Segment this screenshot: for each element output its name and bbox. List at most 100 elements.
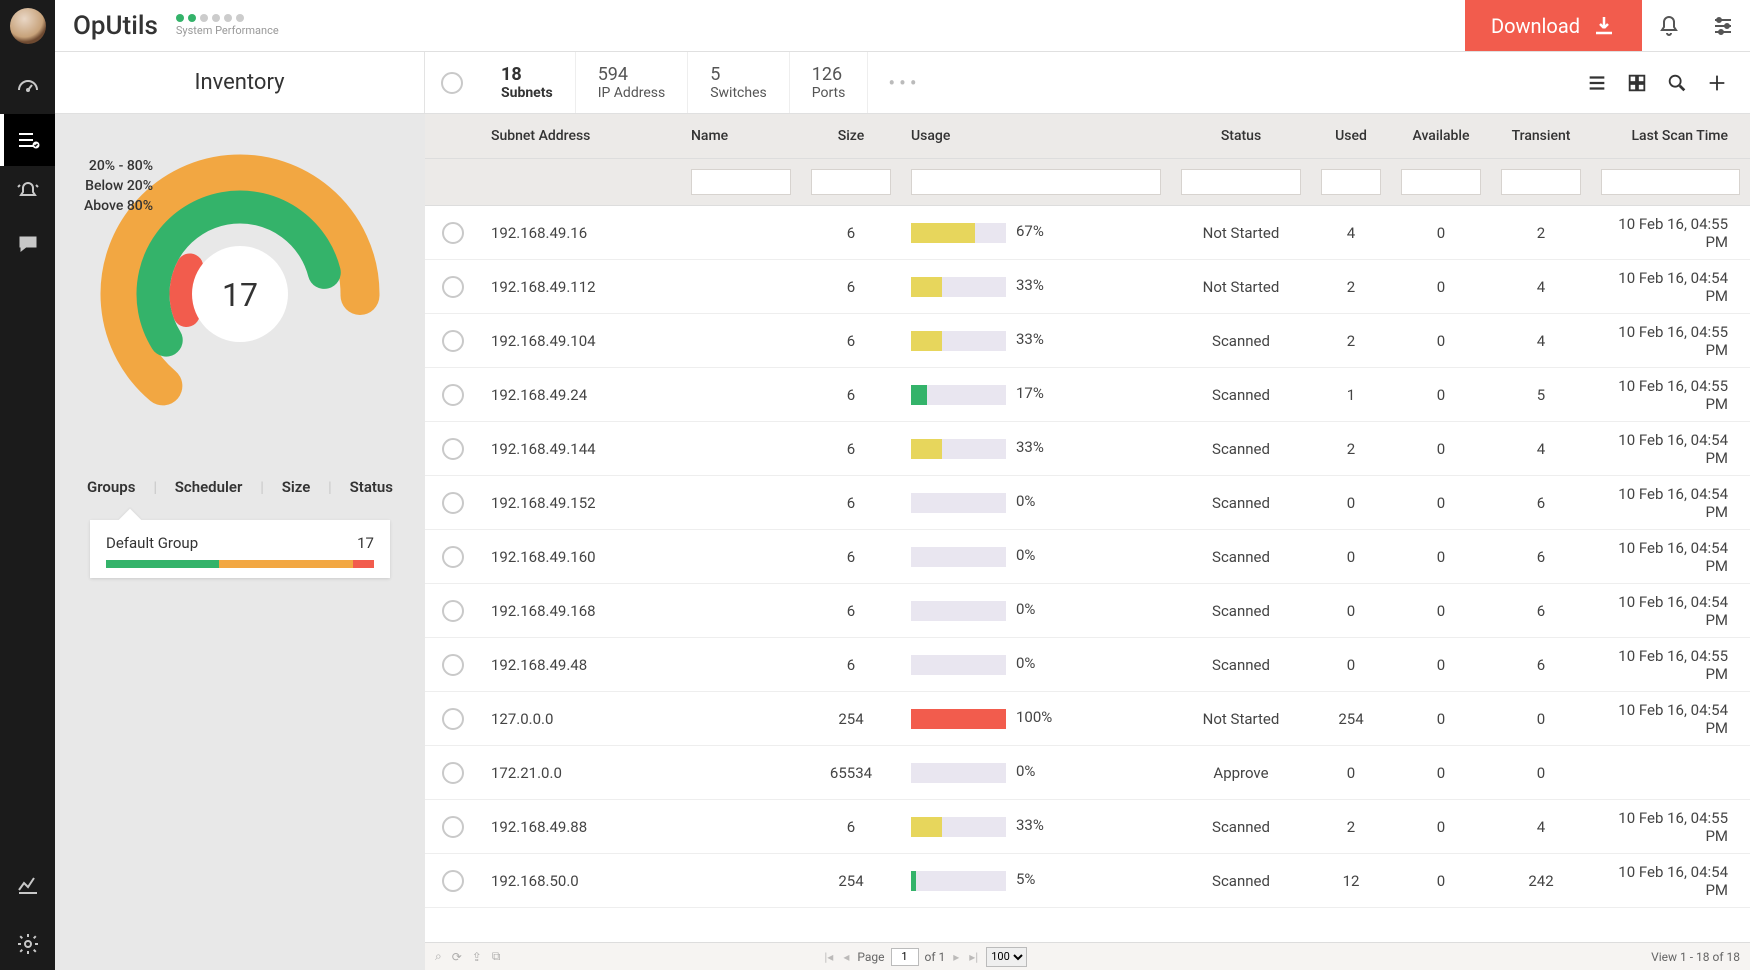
more-icon[interactable]: ••• bbox=[868, 52, 940, 113]
page-title: Inventory bbox=[55, 52, 425, 113]
metric-switches[interactable]: 5Switches bbox=[688, 52, 790, 113]
inventory-icon[interactable] bbox=[0, 114, 55, 166]
search-icon[interactable] bbox=[1664, 70, 1690, 96]
table-row[interactable]: 192.168.49.4860%Scanned00610 Feb 16, 04:… bbox=[425, 638, 1750, 692]
export-icon[interactable]: ⇪ bbox=[472, 950, 482, 964]
col-status[interactable]: Status bbox=[1171, 114, 1311, 158]
summary-bar: Inventory 18Subnets594IP Address5Switche… bbox=[55, 52, 1750, 114]
table-row[interactable]: 192.168.49.24617%Scanned10510 Feb 16, 04… bbox=[425, 368, 1750, 422]
tab-scheduler[interactable]: Scheduler bbox=[171, 476, 247, 498]
legend-low: Below 20% bbox=[84, 178, 153, 194]
row-select[interactable] bbox=[442, 384, 464, 406]
group-name: Default Group bbox=[106, 534, 198, 552]
settings-icon[interactable] bbox=[0, 918, 55, 970]
row-select[interactable] bbox=[442, 546, 464, 568]
col-usage[interactable]: Usage bbox=[901, 114, 1171, 158]
group-card[interactable]: Default Group 17 bbox=[90, 520, 390, 578]
col-transient[interactable]: Transient bbox=[1491, 114, 1591, 158]
copy-icon[interactable]: ⧉ bbox=[492, 949, 501, 964]
first-page[interactable]: |◂ bbox=[822, 950, 835, 964]
left-panel: 20% - 80% Below 20% Above 80% 17 Groups bbox=[55, 114, 425, 970]
add-icon[interactable] bbox=[1704, 70, 1730, 96]
col-address[interactable]: Subnet Address bbox=[481, 114, 681, 158]
row-select[interactable] bbox=[442, 330, 464, 352]
filter-status[interactable] bbox=[1181, 169, 1301, 195]
prev-page[interactable]: ◂ bbox=[841, 950, 851, 964]
metric-ports[interactable]: 126Ports bbox=[790, 52, 869, 113]
list-view-icon[interactable] bbox=[1584, 70, 1610, 96]
bell-icon[interactable] bbox=[1642, 0, 1696, 51]
row-select[interactable] bbox=[442, 816, 464, 838]
table-footer: ⌕ ⟳ ⇪ ⧉ |◂ ◂ Page of 1 ▸ ▸| 100 View 1 -… bbox=[425, 942, 1750, 970]
page-input[interactable] bbox=[891, 948, 919, 966]
filter-avail[interactable] bbox=[1401, 169, 1481, 195]
filter-size[interactable] bbox=[811, 169, 891, 195]
table-row[interactable]: 192.168.49.112633%Not Started20410 Feb 1… bbox=[425, 260, 1750, 314]
sliders-icon[interactable] bbox=[1696, 0, 1750, 51]
table-row[interactable]: 192.168.49.144633%Scanned20410 Feb 16, 0… bbox=[425, 422, 1750, 476]
col-lastscan[interactable]: Last Scan Time bbox=[1591, 114, 1750, 158]
table-row[interactable]: 192.168.49.16060%Scanned00610 Feb 16, 04… bbox=[425, 530, 1750, 584]
download-button[interactable]: Download bbox=[1465, 0, 1642, 51]
col-available[interactable]: Available bbox=[1391, 114, 1491, 158]
filter-name[interactable] bbox=[691, 169, 791, 195]
chat-icon[interactable] bbox=[0, 218, 55, 270]
system-performance: System Performance bbox=[176, 14, 279, 37]
row-select[interactable] bbox=[442, 600, 464, 622]
usage-donut: 20% - 80% Below 20% Above 80% 17 bbox=[90, 144, 390, 448]
metric-ip-address[interactable]: 594IP Address bbox=[576, 52, 689, 113]
table-row[interactable]: 192.168.49.104633%Scanned20410 Feb 16, 0… bbox=[425, 314, 1750, 368]
table-row[interactable]: 192.168.49.16667%Not Started40210 Feb 16… bbox=[425, 206, 1750, 260]
grid-view-icon[interactable] bbox=[1624, 70, 1650, 96]
nav-rail bbox=[0, 0, 55, 970]
filter-row bbox=[425, 159, 1750, 206]
row-select[interactable] bbox=[442, 654, 464, 676]
subnet-table: Subnet Address Name Size Usage Status Us… bbox=[425, 114, 1750, 970]
table-row[interactable]: 192.168.49.15260%Scanned00610 Feb 16, 04… bbox=[425, 476, 1750, 530]
brand: OpUtils bbox=[73, 11, 158, 41]
row-select[interactable] bbox=[442, 492, 464, 514]
table-row[interactable]: 172.21.0.0655340%Approve000 bbox=[425, 746, 1750, 800]
last-page[interactable]: ▸| bbox=[967, 950, 980, 964]
table-row[interactable]: 127.0.0.0254100%Not Started2540010 Feb 1… bbox=[425, 692, 1750, 746]
next-page[interactable]: ▸ bbox=[951, 950, 961, 964]
per-page-select[interactable]: 100 bbox=[986, 947, 1027, 967]
refresh-icon[interactable]: ⟳ bbox=[452, 950, 462, 964]
zoom-icon[interactable]: ⌕ bbox=[435, 949, 442, 964]
filter-used[interactable] bbox=[1321, 169, 1381, 195]
view-range: View 1 - 18 of 18 bbox=[1651, 950, 1740, 964]
filter-scan[interactable] bbox=[1601, 169, 1740, 195]
row-select[interactable] bbox=[442, 870, 464, 892]
col-size[interactable]: Size bbox=[801, 114, 901, 158]
reports-icon[interactable] bbox=[0, 858, 55, 910]
table-row[interactable]: 192.168.49.88633%Scanned20410 Feb 16, 04… bbox=[425, 800, 1750, 854]
metric-subnets[interactable]: 18Subnets bbox=[479, 52, 576, 113]
filter-usage[interactable] bbox=[911, 169, 1161, 195]
tab-groups[interactable]: Groups bbox=[83, 476, 139, 498]
dashboard-icon[interactable] bbox=[0, 62, 55, 114]
group-bar bbox=[106, 560, 374, 568]
col-used[interactable]: Used bbox=[1311, 114, 1391, 158]
legend-mid: 20% - 80% bbox=[84, 158, 153, 174]
table-row[interactable]: 192.168.49.16860%Scanned00610 Feb 16, 04… bbox=[425, 584, 1750, 638]
topbar: OpUtils System Performance Download bbox=[55, 0, 1750, 52]
select-all[interactable] bbox=[425, 52, 479, 113]
legend-high: Above 80% bbox=[84, 198, 153, 214]
pager: |◂ ◂ Page of 1 ▸ ▸| 100 bbox=[822, 947, 1027, 967]
alerts-icon[interactable] bbox=[0, 166, 55, 218]
tab-size[interactable]: Size bbox=[278, 476, 315, 498]
row-select[interactable] bbox=[442, 708, 464, 730]
col-name[interactable]: Name bbox=[681, 114, 801, 158]
row-select[interactable] bbox=[442, 762, 464, 784]
panel-tabs: Groups | Scheduler | Size | Status bbox=[83, 476, 397, 498]
group-count: 17 bbox=[357, 534, 374, 552]
tab-status[interactable]: Status bbox=[346, 476, 397, 498]
donut-value: 17 bbox=[222, 276, 258, 314]
table-header: Subnet Address Name Size Usage Status Us… bbox=[425, 114, 1750, 159]
row-select[interactable] bbox=[442, 222, 464, 244]
avatar[interactable] bbox=[10, 8, 46, 44]
table-row[interactable]: 192.168.50.02545%Scanned12024210 Feb 16,… bbox=[425, 854, 1750, 908]
filter-trans[interactable] bbox=[1501, 169, 1581, 195]
row-select[interactable] bbox=[442, 276, 464, 298]
row-select[interactable] bbox=[442, 438, 464, 460]
